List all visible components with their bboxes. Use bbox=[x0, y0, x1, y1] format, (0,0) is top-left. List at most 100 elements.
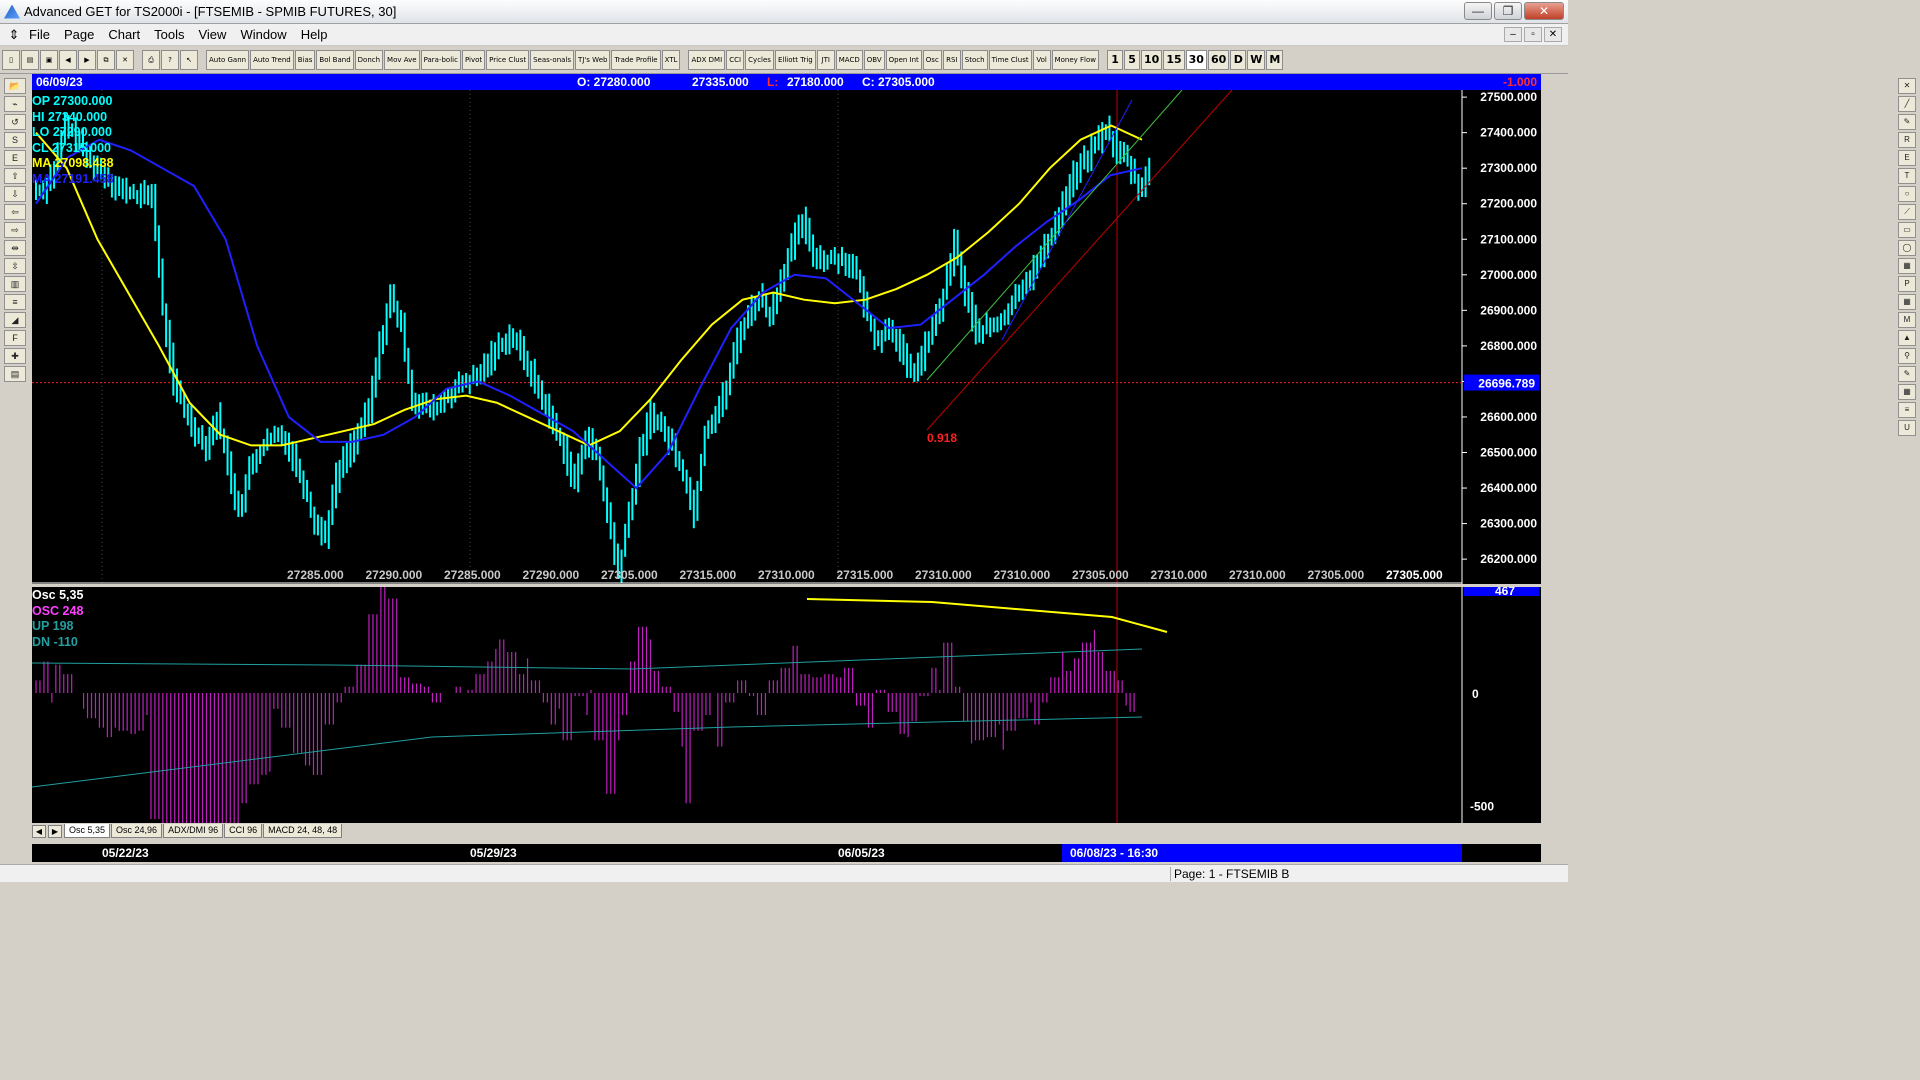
zoom-icon[interactable]: ⚲ bbox=[1898, 348, 1916, 364]
indicator-button-8[interactable]: Price Clust bbox=[486, 49, 530, 70]
indicator-button-4[interactable]: Donch bbox=[354, 49, 384, 70]
close-tool-icon[interactable]: ✕ bbox=[1898, 78, 1916, 94]
delete-icon[interactable]: ✕ bbox=[116, 49, 134, 70]
mob-icon[interactable]: M bbox=[1898, 312, 1916, 328]
fib-time-icon[interactable]: T bbox=[1898, 168, 1916, 184]
gann-box-icon[interactable]: ▦ bbox=[1898, 258, 1916, 274]
indicator-button-9[interactable]: Seas-onals bbox=[530, 49, 575, 70]
open-icon[interactable]: ▤ bbox=[21, 49, 39, 70]
indicator-button-1[interactable]: Auto Trend bbox=[250, 49, 294, 70]
fan-icon[interactable]: ⟋ bbox=[1898, 204, 1916, 220]
save-icon[interactable]: ▣ bbox=[40, 49, 58, 70]
rect-icon[interactable]: ▭ bbox=[1898, 222, 1916, 238]
mdi-close-button[interactable]: ✕ bbox=[1544, 27, 1562, 42]
indicator-button-0[interactable]: Auto Gann bbox=[206, 49, 250, 70]
cycle-icon[interactable]: ○ bbox=[1898, 186, 1916, 202]
back-icon[interactable]: ◀ bbox=[59, 49, 77, 70]
magnet-icon[interactable]: U bbox=[1898, 420, 1916, 436]
indicator-button-11[interactable]: Trade Profile bbox=[611, 49, 661, 70]
up-arrow-icon[interactable]: ⇧ bbox=[4, 168, 26, 184]
context-help-icon[interactable]: ↖ bbox=[180, 49, 198, 70]
indicator-button-3[interactable]: Bol Band bbox=[316, 49, 354, 70]
expand-icon[interactable]: ⇹ bbox=[4, 240, 26, 256]
indicator-button-5[interactable]: Mov Ave bbox=[384, 49, 420, 70]
maximize-button[interactable]: ❐ bbox=[1494, 2, 1522, 20]
crosshair-icon[interactable]: ✚ bbox=[4, 348, 26, 364]
indicator-button-18[interactable]: MACD bbox=[835, 49, 863, 70]
price-chart[interactable]: 27500.000 27400.000 27300.000 27200.000 2710… bbox=[32, 90, 1541, 584]
indicator-button-15[interactable]: Cycles bbox=[745, 49, 774, 70]
interval-button-D[interactable]: D bbox=[1230, 49, 1247, 70]
interval-button-60[interactable]: 60 bbox=[1207, 49, 1230, 70]
compress-icon[interactable]: ⇳ bbox=[4, 258, 26, 274]
tab-prev-button[interactable]: ◀ bbox=[32, 824, 46, 838]
tab-adx-dmi[interactable]: ADX/DMI 96 bbox=[163, 824, 224, 838]
print-icon[interactable]: ⎙ bbox=[142, 49, 160, 70]
menu-help[interactable]: Help bbox=[294, 27, 335, 42]
indicator-button-23[interactable]: Stoch bbox=[961, 49, 988, 70]
tab-osc-24-96[interactable]: Osc 24,96 bbox=[111, 824, 163, 838]
gann-fan-icon[interactable]: ◢ bbox=[4, 312, 26, 328]
left-arrow-icon[interactable]: ⇦ bbox=[4, 204, 26, 220]
forward-icon[interactable]: ▶ bbox=[78, 49, 96, 70]
fib-ret-icon[interactable]: R bbox=[1898, 132, 1916, 148]
indicator-button-16[interactable]: Elliott Trig bbox=[774, 49, 816, 70]
help-icon[interactable]: ? bbox=[161, 49, 179, 70]
indicator-button-22[interactable]: RSI bbox=[942, 49, 961, 70]
reset-icon[interactable]: ↺ bbox=[4, 114, 26, 130]
app-menu-icon[interactable]: ⇕ bbox=[6, 27, 22, 43]
menu-chart[interactable]: Chart bbox=[101, 27, 147, 42]
study-icon[interactable]: S bbox=[4, 132, 26, 148]
tab-next-button[interactable]: ▶ bbox=[48, 824, 62, 838]
oscillator-panel[interactable]: 467 0 -500 Osc 5,35 OSC 248 UP 198 DN -110 bbox=[32, 587, 1541, 823]
indicator-button-14[interactable]: CCI bbox=[726, 49, 745, 70]
indicator-button-21[interactable]: Osc bbox=[922, 49, 942, 70]
indicator-button-12[interactable]: XTL bbox=[661, 49, 681, 70]
indicator-button-19[interactable]: OBV bbox=[863, 49, 885, 70]
menu-tools[interactable]: Tools bbox=[147, 27, 191, 42]
marker-icon[interactable]: ✎ bbox=[1898, 366, 1916, 382]
indicator-button-6[interactable]: Para-bolic bbox=[420, 49, 461, 70]
minimize-button[interactable]: — bbox=[1464, 2, 1492, 20]
indicator-button-2[interactable]: Bias bbox=[294, 49, 316, 70]
tab-macd[interactable]: MACD 24, 48, 48 bbox=[263, 824, 343, 838]
indicator-button-20[interactable]: Open Int bbox=[885, 49, 922, 70]
right-arrow-icon[interactable]: ⇨ bbox=[4, 222, 26, 238]
interval-button-M[interactable]: M bbox=[1266, 49, 1284, 70]
mdi-minimize-button[interactable]: – bbox=[1504, 27, 1522, 42]
ellipse-icon[interactable]: ◯ bbox=[1898, 240, 1916, 256]
mdi-restore-button[interactable]: ▫ bbox=[1524, 27, 1542, 42]
indicator-button-13[interactable]: ADX DMI bbox=[688, 49, 726, 70]
close-button[interactable]: ✕ bbox=[1524, 2, 1564, 20]
indicator-button-24[interactable]: Time Clust bbox=[988, 49, 1032, 70]
indicator-button-26[interactable]: Money Flow bbox=[1051, 49, 1100, 70]
menu-page[interactable]: Page bbox=[57, 27, 101, 42]
tab-osc-5-35[interactable]: Osc 5,35 bbox=[64, 824, 111, 838]
interval-button-1[interactable]: 1 bbox=[1107, 49, 1124, 70]
fib-ext-icon[interactable]: E bbox=[1898, 150, 1916, 166]
down-arrow-icon[interactable]: ⇩ bbox=[4, 186, 26, 202]
menu-window[interactable]: Window bbox=[233, 27, 293, 42]
grid2-icon[interactable]: ▦ bbox=[1898, 384, 1916, 400]
printer-icon[interactable]: ▤ bbox=[4, 366, 26, 382]
list-icon[interactable]: ≡ bbox=[1898, 402, 1916, 418]
grid-icon[interactable]: ▦ bbox=[1898, 294, 1916, 310]
indicator-button-10[interactable]: TJ's Web bbox=[575, 49, 611, 70]
interval-button-W[interactable]: W bbox=[1247, 49, 1266, 70]
fib-icon[interactable]: F bbox=[4, 330, 26, 346]
menu-file[interactable]: File bbox=[22, 27, 57, 42]
channel-icon[interactable]: ▥ bbox=[4, 276, 26, 292]
indicator-button-7[interactable]: Pivot bbox=[461, 49, 486, 70]
interval-button-5[interactable]: 5 bbox=[1124, 49, 1141, 70]
folder-icon[interactable]: 📂 bbox=[4, 78, 26, 94]
line-tool-icon[interactable]: ╱ bbox=[1898, 96, 1916, 112]
pti-icon[interactable]: P bbox=[1898, 276, 1916, 292]
triangle-icon[interactable]: ▲ bbox=[1898, 330, 1916, 346]
new-icon[interactable]: ▯ bbox=[2, 49, 20, 70]
pen-tool-icon[interactable]: ✎ bbox=[1898, 114, 1916, 130]
gann-icon[interactable]: ⌁ bbox=[4, 96, 26, 112]
interval-button-15[interactable]: 15 bbox=[1163, 49, 1185, 70]
copy-icon[interactable]: ⧉ bbox=[97, 49, 115, 70]
interval-button-10[interactable]: 10 bbox=[1141, 49, 1163, 70]
tab-cci[interactable]: CCI 96 bbox=[224, 824, 263, 838]
